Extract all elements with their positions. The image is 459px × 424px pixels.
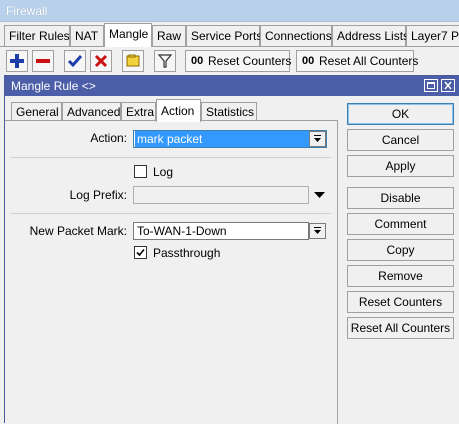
tab-raw[interactable]: Raw bbox=[152, 25, 186, 46]
tab-address-lists[interactable]: Address Lists bbox=[332, 25, 409, 46]
disable-button[interactable] bbox=[90, 50, 112, 72]
tab-nat[interactable]: NAT bbox=[70, 25, 104, 46]
tab-connections[interactable]: Connections bbox=[260, 25, 332, 46]
tab-statistics[interactable]: Statistics bbox=[201, 102, 257, 121]
dialog-title: Mangle Rule <> bbox=[11, 79, 96, 93]
rule-tab-bar: General Advanced Extra Action Statistics bbox=[5, 98, 340, 122]
action-label: Action: bbox=[90, 131, 127, 145]
mangle-rule-dialog: Mangle Rule <> General Advanced Extra Ac… bbox=[4, 75, 459, 424]
maximize-button[interactable] bbox=[424, 79, 438, 92]
filter-icon bbox=[157, 54, 173, 68]
separator bbox=[11, 213, 331, 214]
plus-icon bbox=[10, 54, 24, 68]
checkmark-icon bbox=[67, 55, 83, 68]
toolbar-reset-all-counters-button[interactable]: 00 Reset All Counters bbox=[296, 50, 418, 72]
toolbar-reset-counters-button[interactable]: 00 Reset Counters bbox=[185, 50, 292, 72]
new-packet-mark-input[interactable]: To-WAN-1-Down bbox=[133, 222, 309, 240]
log-prefix-input[interactable] bbox=[133, 186, 309, 204]
reset-all-counters-button[interactable]: Reset All Counters bbox=[347, 317, 454, 339]
dropdown-arrow-icon bbox=[314, 135, 321, 142]
ok-button[interactable]: OK bbox=[347, 103, 454, 125]
enable-button[interactable] bbox=[64, 50, 86, 72]
firewall-tab-bar: Filter Rules NAT Mangle Raw Service Port… bbox=[0, 22, 459, 47]
new-packet-mark-label: New Packet Mark: bbox=[29, 224, 127, 238]
comment-rule-button[interactable]: Comment bbox=[347, 213, 454, 235]
tab-service-ports[interactable]: Service Ports bbox=[186, 25, 262, 46]
tab-advanced[interactable]: Advanced bbox=[62, 102, 121, 121]
minus-icon bbox=[36, 59, 50, 63]
action-tab-panel: Action: mark packet Log Log Prefix: New … bbox=[5, 120, 338, 424]
tab-general[interactable]: General bbox=[11, 102, 62, 121]
counter-icon: 00 bbox=[302, 55, 315, 67]
new-packet-mark-dropdown-button[interactable] bbox=[309, 223, 326, 239]
comment-button[interactable] bbox=[122, 50, 144, 72]
x-icon bbox=[94, 54, 108, 68]
apply-button[interactable]: Apply bbox=[347, 155, 454, 177]
log-prefix-dropdown-icon[interactable] bbox=[313, 191, 327, 201]
checkmark-icon bbox=[136, 248, 145, 257]
dropdown-arrow-icon bbox=[314, 227, 321, 234]
tab-filter-rules[interactable]: Filter Rules bbox=[4, 25, 70, 46]
firewall-titlebar[interactable]: Firewall bbox=[0, 0, 459, 22]
close-icon bbox=[444, 81, 452, 90]
action-select[interactable]: mark packet bbox=[133, 130, 327, 148]
log-label: Log bbox=[153, 165, 174, 179]
window-title: Firewall bbox=[6, 4, 48, 18]
maximize-icon bbox=[427, 82, 435, 89]
log-prefix-label: Log Prefix: bbox=[69, 188, 127, 202]
log-checkbox[interactable] bbox=[134, 165, 147, 178]
separator bbox=[11, 157, 331, 158]
counter-icon: 00 bbox=[191, 55, 204, 67]
toolbar-reset-all-counters-label: Reset All Counters bbox=[319, 54, 419, 68]
tab-layer7-protocols[interactable]: Layer7 Pro bbox=[406, 25, 459, 46]
dialog-titlebar[interactable]: Mangle Rule <> bbox=[5, 76, 459, 96]
toolbar-reset-counters-label: Reset Counters bbox=[208, 54, 292, 68]
cancel-button[interactable]: Cancel bbox=[347, 129, 454, 151]
copy-button[interactable]: Copy bbox=[347, 239, 454, 261]
action-select-value: mark packet bbox=[135, 131, 309, 147]
reset-counters-button[interactable]: Reset Counters bbox=[347, 291, 454, 313]
remove-button[interactable]: Remove bbox=[347, 265, 454, 287]
action-dropdown-button[interactable] bbox=[309, 131, 326, 147]
remove-rule-button[interactable] bbox=[32, 50, 54, 72]
disable-rule-button[interactable]: Disable bbox=[347, 187, 454, 209]
tab-action[interactable]: Action bbox=[156, 99, 201, 122]
add-button[interactable] bbox=[6, 50, 28, 72]
tab-extra[interactable]: Extra bbox=[121, 102, 156, 121]
tab-mangle[interactable]: Mangle bbox=[104, 23, 152, 47]
close-button[interactable] bbox=[441, 79, 455, 92]
passthrough-label: Passthrough bbox=[153, 246, 221, 260]
filter-button[interactable] bbox=[154, 50, 176, 72]
passthrough-checkbox[interactable] bbox=[134, 246, 147, 259]
note-icon bbox=[126, 54, 140, 67]
firewall-toolbar: 00 Reset Counters 00 Reset All Counters bbox=[0, 48, 459, 75]
